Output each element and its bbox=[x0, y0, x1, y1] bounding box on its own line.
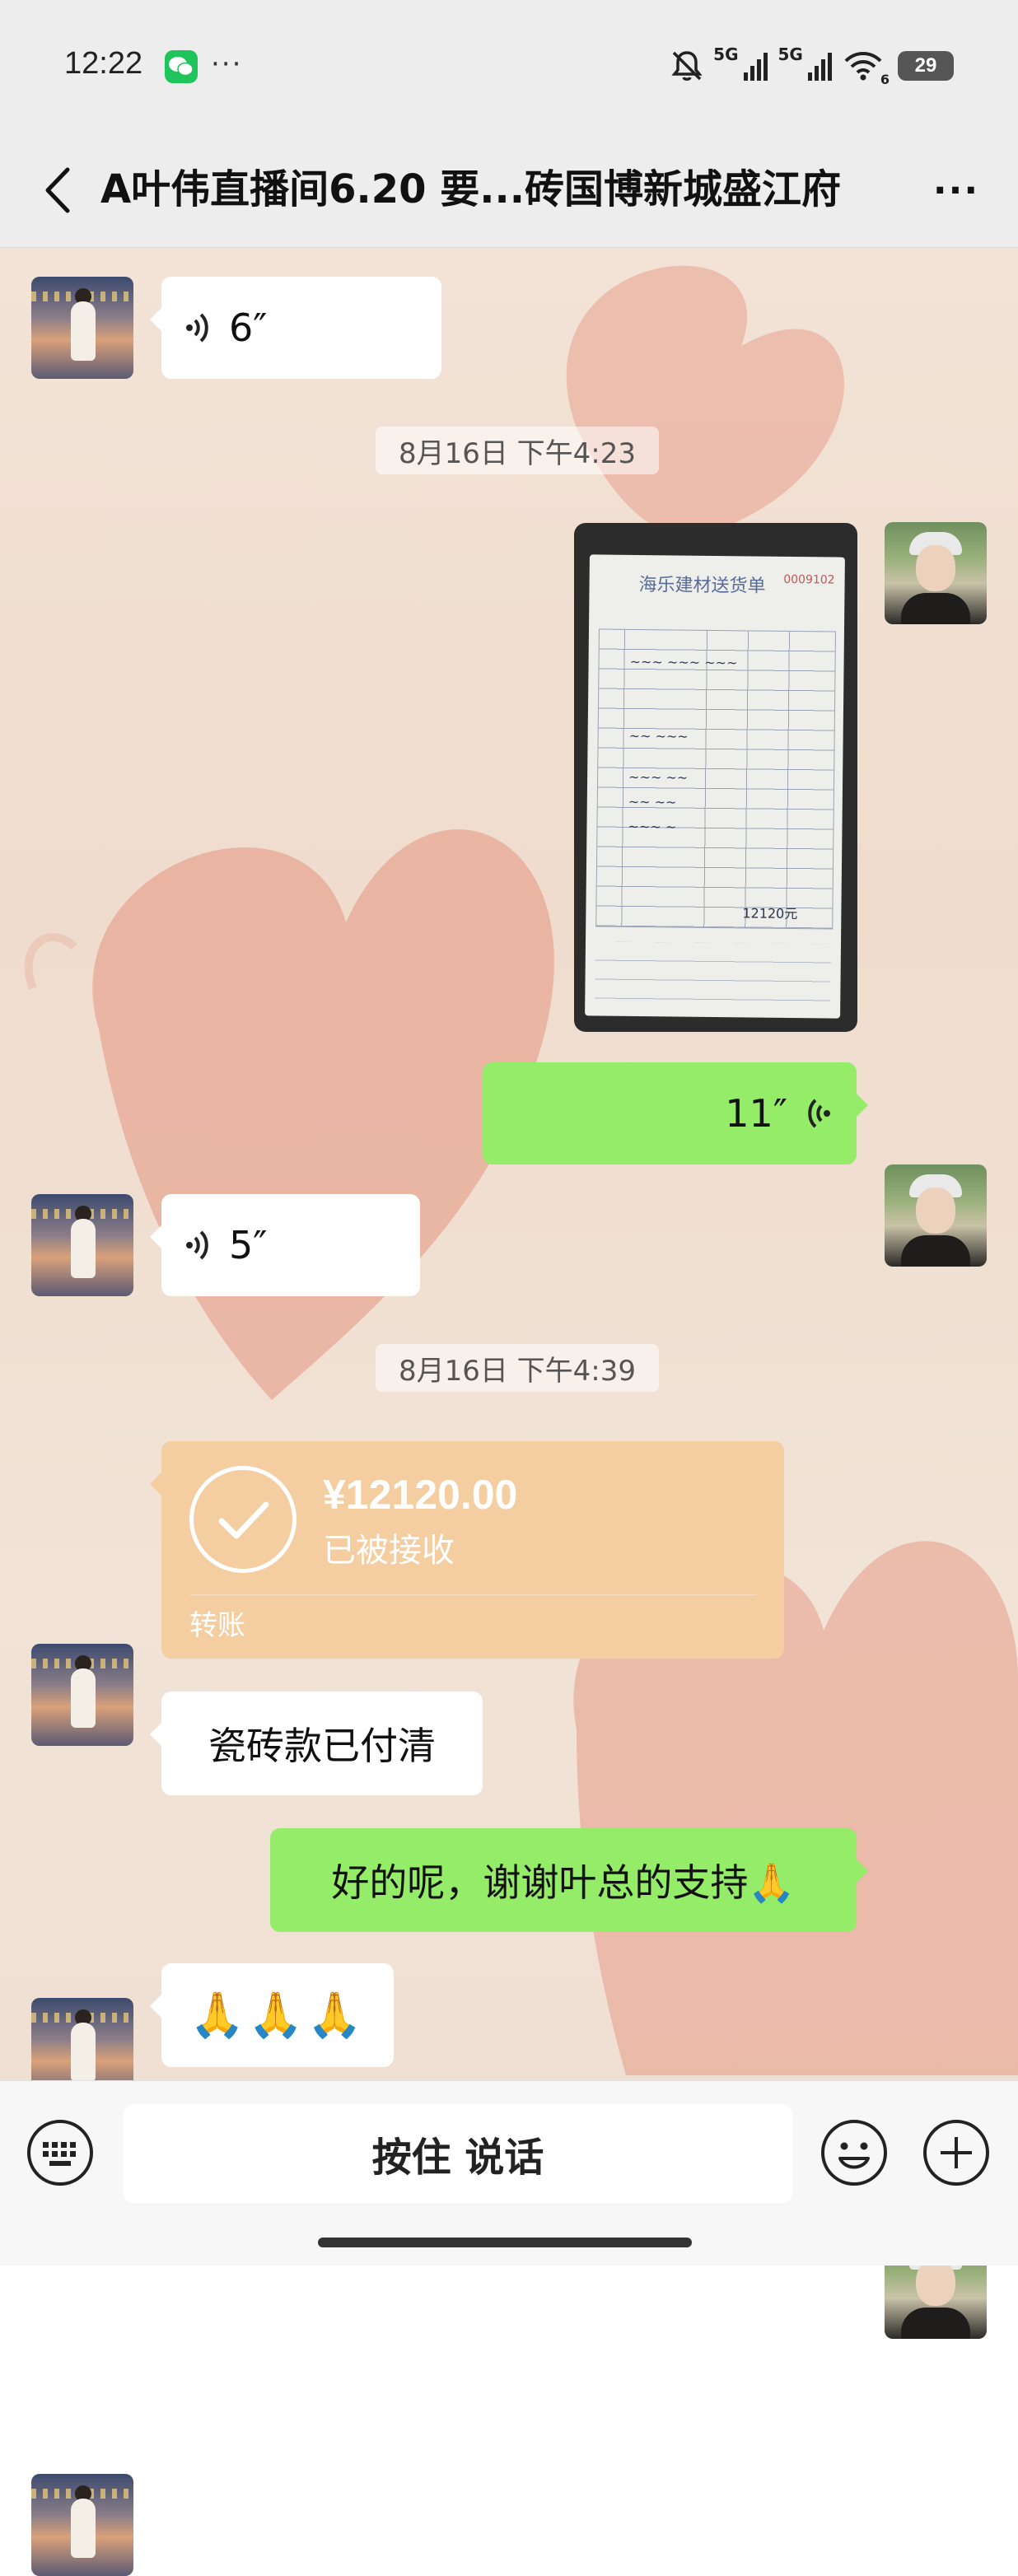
divider bbox=[189, 1594, 756, 1595]
signal-bars-icon bbox=[807, 53, 832, 81]
wifi-sub-label: 6 bbox=[880, 72, 890, 87]
voice-message-bubble[interactable]: 6″ bbox=[150, 277, 441, 379]
receipt-scribble: ~~~ ~ bbox=[628, 818, 677, 835]
signal-2-label: 5G bbox=[778, 44, 803, 64]
keyboard-icon bbox=[27, 2120, 93, 2186]
message-voice-incoming: 5″ bbox=[0, 1194, 1018, 1298]
receipt-image-message[interactable]: 海乐建材送货单 0009102 ~~~ ~~~ ~~~ ~~ ~~~ ~~~ ~… bbox=[574, 523, 857, 1032]
message-voice-incoming: 6″ bbox=[0, 277, 1018, 380]
receipt-paper: 海乐建材送货单 0009102 ~~~ ~~~ ~~~ ~~ ~~~ ~~~ ~… bbox=[585, 554, 845, 1019]
voice-message-bubble-outgoing[interactable]: 11″ bbox=[483, 1062, 868, 1164]
plus-icon bbox=[923, 2120, 989, 2186]
clock: 12:22 bbox=[64, 46, 143, 81]
transfer-status: 已被接收 bbox=[323, 1532, 455, 1570]
receipt-scribble: ~~~ ~~~ ~~~ bbox=[629, 653, 738, 671]
contact-avatar[interactable] bbox=[31, 2474, 133, 2576]
transfer-amount: ¥12120.00 bbox=[323, 1472, 518, 1518]
chevron-left-icon bbox=[45, 167, 70, 213]
contact-avatar[interactable] bbox=[31, 1194, 133, 1296]
emoji-button[interactable] bbox=[819, 2117, 890, 2188]
receipt-scribble: ~~~ ~~ bbox=[628, 768, 689, 786]
voice-message-bubble[interactable]: 5″ bbox=[150, 1194, 420, 1296]
voice-duration: 5″ bbox=[229, 1223, 268, 1267]
receipt-footer bbox=[595, 941, 832, 1002]
mute-icon bbox=[671, 51, 703, 81]
voice-wave-icon bbox=[186, 313, 208, 343]
input-bar: 按住 说话 bbox=[0, 2080, 1018, 2266]
checkmark-icon bbox=[189, 1466, 297, 1573]
status-icons: 5G 5G 6 29 bbox=[669, 43, 954, 89]
voice-duration: 6″ bbox=[229, 306, 268, 350]
smiley-icon bbox=[821, 2120, 887, 2186]
more-actions-button[interactable] bbox=[921, 2117, 992, 2188]
voice-duration: 11″ bbox=[725, 1091, 787, 1136]
voice-wave-icon bbox=[186, 1230, 208, 1260]
receipt-number: 0009102 bbox=[783, 572, 835, 587]
transfer-label: 转账 bbox=[189, 1609, 245, 1642]
text-message-bubble-outgoing[interactable]: 好的呢，谢谢叶总的支持🙏 bbox=[270, 1828, 868, 1932]
more-options-button[interactable]: ··· bbox=[927, 161, 985, 219]
contact-avatar[interactable] bbox=[31, 277, 133, 379]
chat-header: A叶伟直播间6.20 要...砖国博新城盛江府 ··· bbox=[0, 132, 1018, 248]
text-message-bubble[interactable]: 瓷砖款已付清 bbox=[150, 1692, 483, 1795]
hold-to-talk-button[interactable]: 按住 说话 bbox=[124, 2104, 792, 2203]
receipt-scribble: ~~ ~~ bbox=[628, 793, 677, 810]
receipt-scribble: ~~ ~~~ bbox=[628, 727, 689, 744]
contact-avatar[interactable] bbox=[31, 1644, 133, 1746]
emoji-message-bubble[interactable]: 🙏🙏🙏 bbox=[150, 1963, 394, 2067]
timestamp: 8月16日 下午4:23 bbox=[376, 427, 659, 474]
message-text: 🙏🙏🙏 bbox=[189, 1989, 366, 2041]
back-button[interactable] bbox=[33, 161, 82, 219]
wifi-icon bbox=[844, 52, 882, 81]
transfer-card[interactable]: ¥12120.00 已被接收 转账 bbox=[150, 1441, 784, 1659]
keyboard-toggle-button[interactable] bbox=[25, 2117, 96, 2188]
status-bar: 12:22 ··· 5G 5G 6 29 bbox=[0, 0, 1018, 132]
receipt-heading: 海乐建材送货单 bbox=[638, 575, 766, 597]
voice-wave-icon bbox=[808, 1099, 830, 1128]
home-indicator[interactable] bbox=[318, 2238, 692, 2247]
signal-bars-icon bbox=[743, 53, 768, 81]
notification-more: ··· bbox=[211, 48, 243, 81]
message-text: 好的呢，谢谢叶总的支持🙏 bbox=[331, 1860, 796, 1905]
timestamp: 8月16日 下午4:39 bbox=[376, 1344, 659, 1392]
wechat-notification-icon bbox=[165, 50, 198, 83]
battery-indicator: 29 bbox=[898, 51, 954, 81]
my-avatar[interactable] bbox=[885, 522, 987, 624]
signal-1-label: 5G bbox=[713, 44, 739, 64]
message-text: 瓷砖款已付清 bbox=[208, 1724, 436, 1768]
chat-title: A叶伟直播间6.20 要...砖国博新城盛江府 bbox=[100, 166, 841, 212]
receipt-total: 12120元 bbox=[742, 905, 798, 922]
